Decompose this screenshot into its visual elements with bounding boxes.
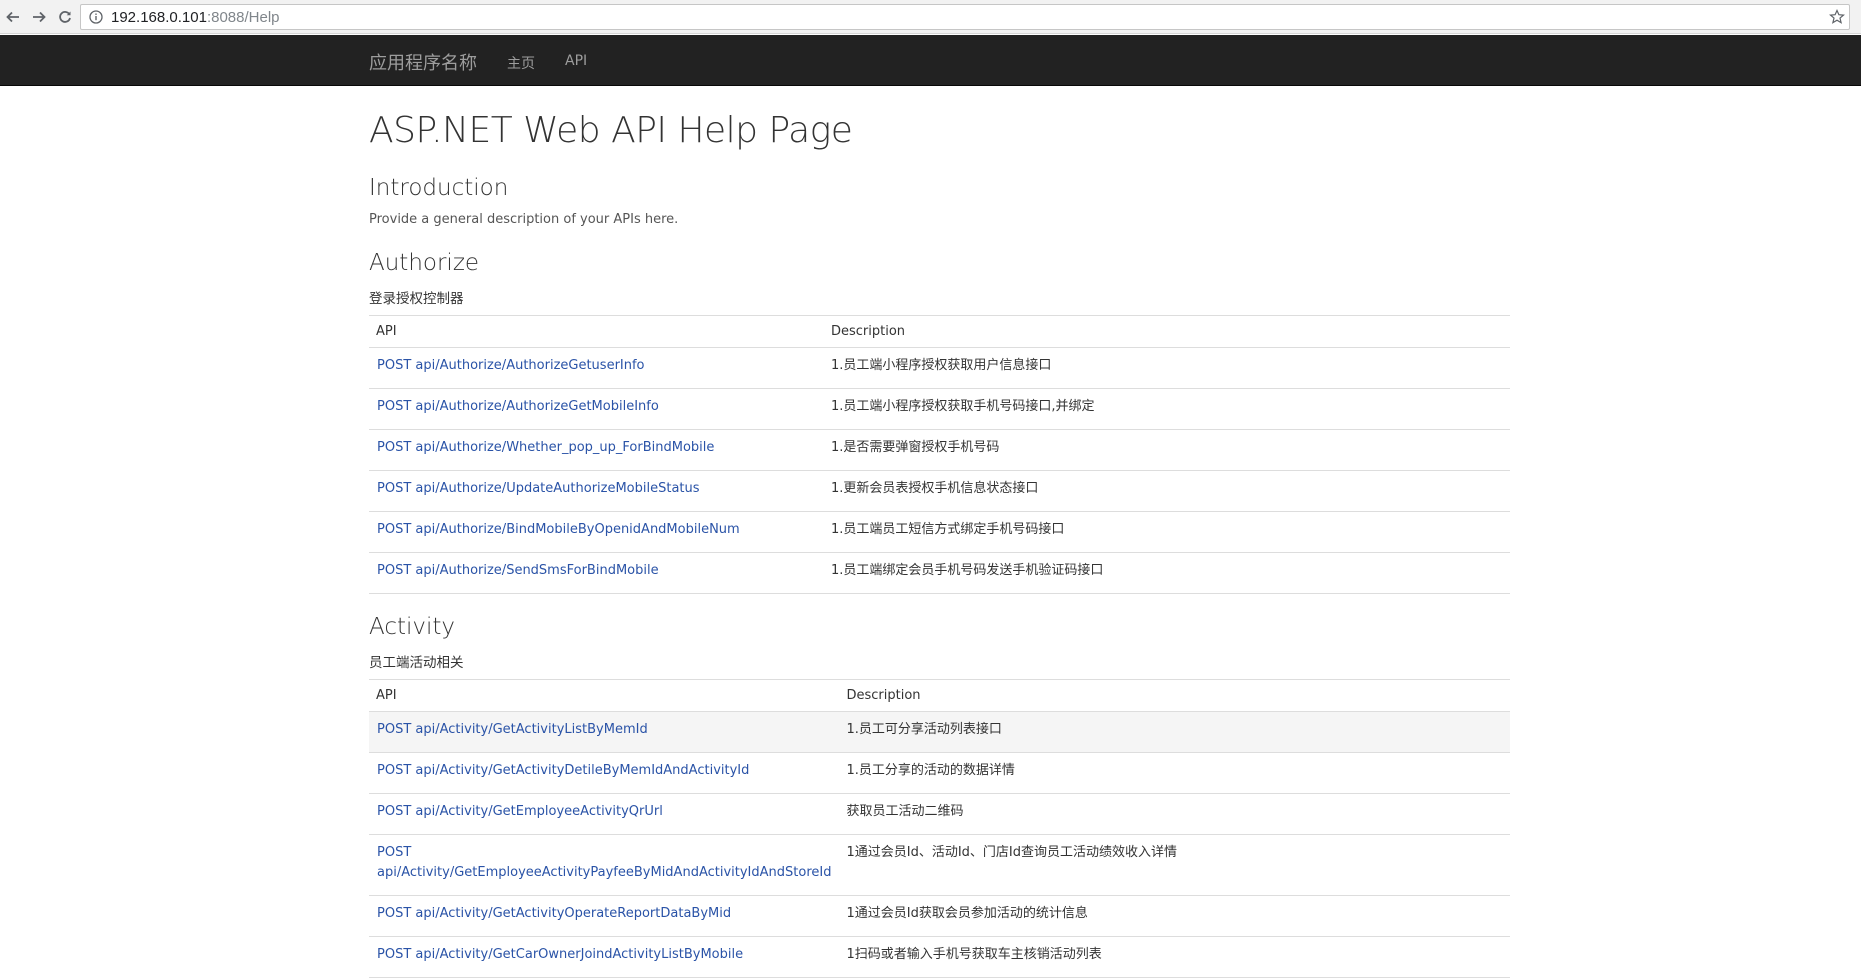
table-header-row: API Description [369, 315, 1510, 348]
browser-toolbar: 192.168.0.101:8088/Help [0, 0, 1861, 34]
column-header-description: Description [824, 315, 1510, 348]
reload-icon[interactable] [52, 0, 78, 34]
api-link[interactable]: POST api/Activity/GetCarOwnerJoindActivi… [377, 947, 743, 962]
page-title: ASP.NET Web API Help Page [369, 110, 853, 151]
api-link[interactable]: POST api/Authorize/SendSmsForBindMobile [377, 563, 659, 578]
api-link[interactable]: POST api/Activity/GetActivityListByMemId [377, 722, 648, 737]
intro-text: Provide a general description of your AP… [369, 212, 679, 227]
section-heading-activity: Activity [369, 614, 456, 640]
api-link[interactable]: POST api/Authorize/AuthorizeGetMobileInf… [377, 399, 659, 414]
api-description: 1.是否需要弹窗授权手机号码 [824, 429, 1510, 471]
table-row: POST api/Authorize/BindMobileByOpenidAnd… [369, 511, 1510, 553]
api-link[interactable]: POST api/Activity/GetActivityOperateRepo… [377, 906, 731, 921]
api-link-path: api/Activity/GetEmployeeActivityPayfeeBy… [377, 865, 832, 880]
table-row: POST api/Authorize/AuthorizeGetMobileInf… [369, 388, 1510, 430]
column-header-api: API [369, 679, 840, 712]
table-row: POST api/Activity/GetEmployeeActivityPayf… [369, 834, 1510, 896]
api-description: 1.员工分享的活动的数据详情 [839, 752, 1510, 794]
table-row: POST api/Authorize/Whether_pop_up_ForBin… [369, 429, 1510, 471]
api-description: 1.更新会员表授权手机信息状态接口 [824, 470, 1510, 512]
forward-arrow-icon[interactable] [26, 0, 52, 34]
table-row: POST api/Activity/GetActivityOperateRepo… [369, 895, 1510, 937]
api-description: 1.员工可分享活动列表接口 [839, 711, 1510, 753]
api-description: 获取员工活动二维码 [839, 793, 1510, 835]
column-header-description: Description [839, 679, 1510, 712]
address-bar[interactable]: 192.168.0.101:8088/Help [80, 4, 1850, 30]
back-arrow-icon[interactable] [0, 0, 26, 34]
section-description-activity: 员工端活动相关 [369, 655, 464, 671]
api-link[interactable]: POST api/Activity/GetEmployeeActivityQrU… [377, 804, 663, 819]
api-description: 1通过会员Id、活动Id、门店Id查询员工活动绩效收入详情 [839, 834, 1510, 896]
table-row: POST api/Activity/GetEmployeeActivityQrU… [369, 793, 1510, 835]
top-navbar: 应用程序名称 主页 API [0, 35, 1861, 86]
api-link[interactable]: POST api/Activity/GetActivityDetileByMem… [377, 763, 749, 778]
api-description: 1.员工端小程序授权获取手机号码接口,并绑定 [824, 388, 1510, 430]
info-icon[interactable] [89, 10, 103, 24]
api-link-method: POST [377, 845, 412, 860]
url-path: :8088/Help [206, 8, 280, 26]
url-text: 192.168.0.101:8088/Help [111, 9, 280, 26]
section-description-authorize: 登录授权控制器 [369, 291, 464, 307]
table-row: POST api/Authorize/AuthorizeGetuserInfo … [369, 347, 1510, 389]
api-table-authorize: API Description POST api/Authorize/Autho… [369, 315, 1510, 594]
nav-link-home[interactable]: 主页 [507, 53, 535, 73]
api-link[interactable]: POST api/Authorize/Whether_pop_up_ForBin… [377, 440, 714, 455]
table-row: POST api/Activity/GetActivityListByMemId… [369, 711, 1510, 753]
table-row: POST api/Activity/GetActivityDetileByMem… [369, 752, 1510, 794]
api-link[interactable]: POST api/Authorize/UpdateAuthorizeMobile… [377, 481, 700, 496]
table-header-row: API Description [369, 679, 1510, 712]
api-description: 1通过会员Id获取会员参加活动的统计信息 [839, 895, 1510, 937]
api-description: 1.员工端员工短信方式绑定手机号码接口 [824, 511, 1510, 553]
api-description: 1扫码或者输入手机号获取车主核销活动列表 [839, 936, 1510, 978]
bookmark-star-icon[interactable] [1829, 9, 1845, 25]
table-row: POST api/Authorize/SendSmsForBindMobile … [369, 552, 1510, 594]
api-description: 1.员工端小程序授权获取用户信息接口 [824, 347, 1510, 389]
table-row: POST api/Activity/GetCarOwnerJoindActivi… [369, 936, 1510, 978]
api-table-activity: API Description POST api/Activity/GetAct… [369, 679, 1510, 978]
navbar-brand[interactable]: 应用程序名称 [369, 49, 477, 75]
intro-heading: Introduction [369, 175, 509, 201]
column-header-api: API [369, 315, 824, 348]
table-row: POST api/Authorize/UpdateAuthorizeMobile… [369, 470, 1510, 512]
section-heading-authorize: Authorize [369, 250, 480, 276]
nav-link-api[interactable]: API [565, 53, 587, 69]
api-description: 1.员工端绑定会员手机号码发送手机验证码接口 [824, 552, 1510, 594]
api-link[interactable]: POST api/Authorize/AuthorizeGetuserInfo [377, 358, 645, 373]
url-host: 192.168.0.101 [111, 8, 207, 26]
api-link[interactable]: POST api/Authorize/BindMobileByOpenidAnd… [377, 522, 740, 537]
api-link[interactable]: POST api/Activity/GetEmployeeActivityPayf… [377, 845, 831, 880]
